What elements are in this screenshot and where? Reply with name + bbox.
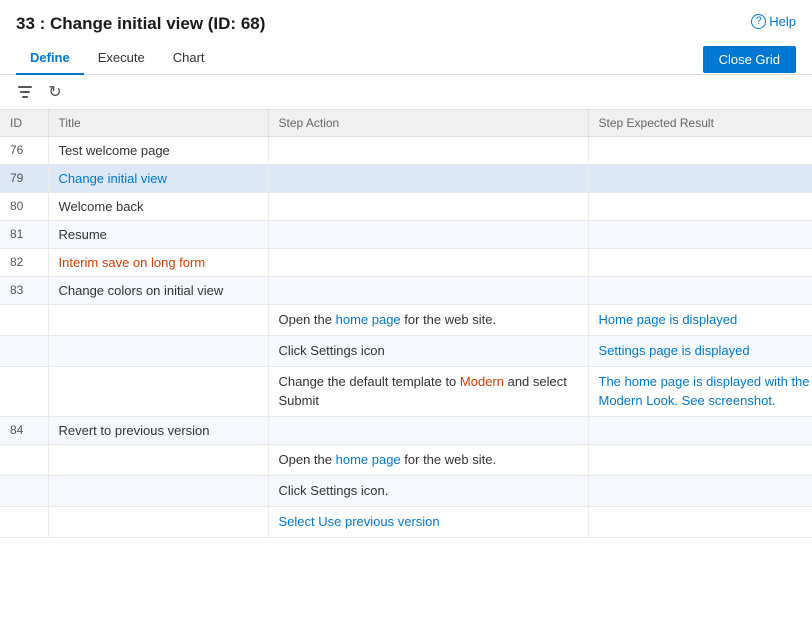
tab-define[interactable]: Define [16,44,84,75]
cell-title: Change colors on initial view [48,277,268,305]
table-row: Select Use previous version [0,507,812,538]
table-row: 76Test welcome page [0,137,812,165]
cell-id [0,305,48,336]
cell-title: Resume [48,221,268,249]
help-icon: ? [751,14,766,29]
cell-id [0,367,48,416]
cell-id: 79 [0,165,48,193]
cell-expected [588,221,812,249]
cell-id: 80 [0,193,48,221]
cell-expected [588,137,812,165]
cell-id: 76 [0,137,48,165]
cell-id [0,475,48,506]
cell-expected: Home page is displayed [588,305,812,336]
cell-action: Click Settings icon. [268,475,588,506]
cell-action: Select Use previous version [268,507,588,538]
data-table: ID Title Step Action Step Expected Resul… [0,110,812,538]
cell-expected [588,475,812,506]
cell-expected [588,277,812,305]
table-row: Change the default template to Modern an… [0,367,812,416]
cell-id [0,507,48,538]
table-row: 79Change initial view [0,165,812,193]
cell-id [0,444,48,475]
cell-expected [588,507,812,538]
table-row: 83Change colors on initial view [0,277,812,305]
col-header-expected: Step Expected Result [588,110,812,137]
table-row: Click Settings iconSettings page is disp… [0,336,812,367]
cell-expected [588,416,812,444]
cell-title [48,336,268,367]
cell-title: Revert to previous version [48,416,268,444]
table-row: Click Settings icon. [0,475,812,506]
close-grid-button[interactable]: Close Grid [703,46,796,73]
cell-action: Change the default template to Modern an… [268,367,588,416]
refresh-icon[interactable]: ↻ [44,81,66,103]
cell-id: 82 [0,249,48,277]
cell-title [48,475,268,506]
help-link[interactable]: ? Help [751,14,796,29]
col-header-id: ID [0,110,48,137]
grid-container: ID Title Step Action Step Expected Resul… [0,110,812,538]
help-label: Help [769,14,796,29]
cell-title [48,367,268,416]
cell-action: Open the home page for the web site. [268,305,588,336]
cell-action: Open the home page for the web site. [268,444,588,475]
col-header-action: Step Action [268,110,588,137]
tabs-row: Define Execute Chart Close Grid [0,38,812,75]
cell-action: Click Settings icon [268,336,588,367]
col-header-title: Title [48,110,268,137]
table-row: 80Welcome back [0,193,812,221]
cell-expected: The home page is displayed with the Mode… [588,367,812,416]
cell-id [0,336,48,367]
cell-action [268,165,588,193]
table-row: Open the home page for the web site. [0,444,812,475]
cell-action [268,416,588,444]
table-row: 84Revert to previous version [0,416,812,444]
cell-action [268,137,588,165]
tab-execute[interactable]: Execute [84,44,159,75]
cell-title [48,444,268,475]
page-header: 33 : Change initial view (ID: 68) ? Help [0,0,812,34]
cell-expected: Settings page is displayed [588,336,812,367]
cell-id: 84 [0,416,48,444]
tab-chart[interactable]: Chart [159,44,219,75]
cell-expected [588,249,812,277]
cell-title [48,305,268,336]
cell-title[interactable]: Interim save on long form [48,249,268,277]
cell-expected [588,165,812,193]
toolbar: ↻ [0,75,812,110]
tabs: Define Execute Chart [16,44,219,74]
cell-expected [588,193,812,221]
cell-action [268,193,588,221]
page-title: 33 : Change initial view (ID: 68) [16,14,265,34]
cell-action [268,221,588,249]
cell-title: Welcome back [48,193,268,221]
table-row: Open the home page for the web site.Home… [0,305,812,336]
cell-title[interactable]: Change initial view [48,165,268,193]
cell-id: 81 [0,221,48,249]
cell-action [268,277,588,305]
cell-title: Test welcome page [48,137,268,165]
cell-expected [588,444,812,475]
table-row: 82Interim save on long form [0,249,812,277]
cell-title [48,507,268,538]
cell-id: 83 [0,277,48,305]
table-row: 81Resume [0,221,812,249]
cell-action [268,249,588,277]
filter-icon[interactable] [14,81,36,103]
